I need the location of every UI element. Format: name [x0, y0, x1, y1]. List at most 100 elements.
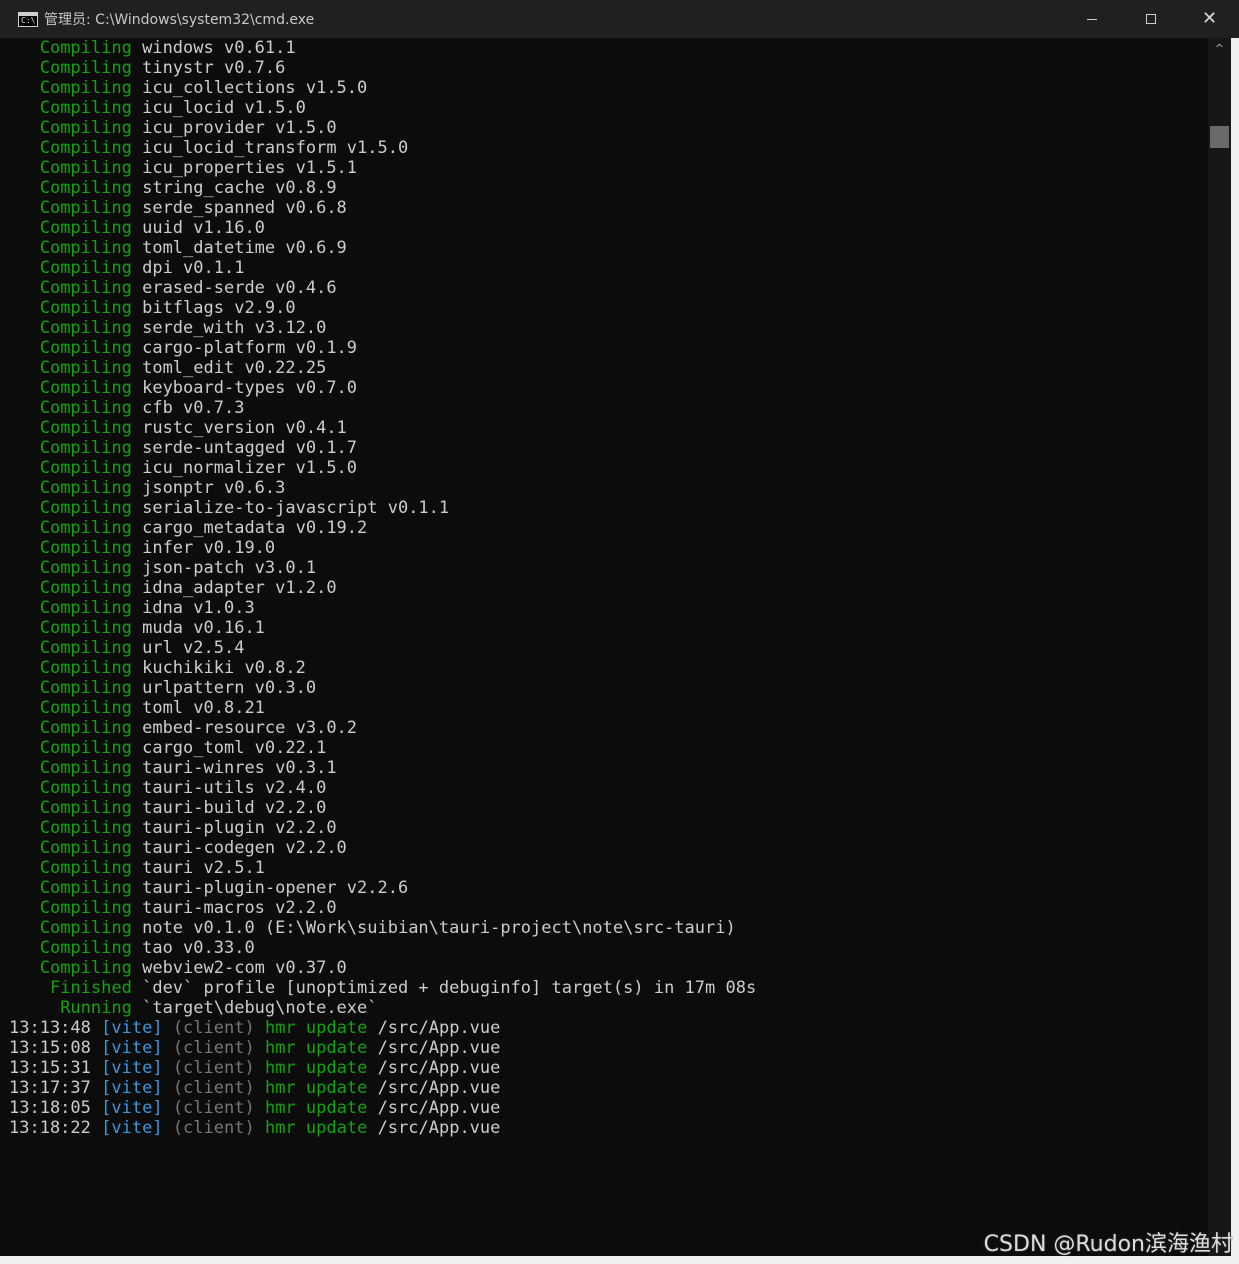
cargo-status-verb: Compiling	[39, 258, 132, 278]
cargo-package: tauri-plugin v2.2.0	[142, 818, 337, 838]
console-line: Compiling rustc_version v0.4.1	[9, 418, 1208, 438]
console-line: Compiling tauri-utils v2.4.0	[9, 778, 1208, 798]
vite-tag: [vite]	[101, 1058, 163, 1078]
console-line: Compiling json-patch v3.0.1	[9, 558, 1208, 578]
console-line: Compiling windows v0.61.1	[9, 38, 1208, 58]
console-line: Compiling icu_collections v1.5.0	[9, 78, 1208, 98]
cargo-status-verb: Compiling	[39, 778, 132, 798]
console-line: Compiling urlpattern v0.3.0	[9, 678, 1208, 698]
cmd-window: C:\ 管理员: C:\Windows\system32\cmd.exe ✕ C…	[0, 0, 1239, 1264]
cargo-package: keyboard-types v0.7.0	[142, 378, 358, 398]
console-line: 13:18:22 [vite] (client) hmr update /src…	[9, 1118, 1208, 1138]
cargo-package: toml_datetime v0.6.9	[142, 238, 347, 258]
cargo-status-verb: Compiling	[39, 918, 132, 938]
minimize-button[interactable]	[1062, 0, 1121, 38]
cargo-package: tauri-build v2.2.0	[142, 798, 327, 818]
file-path: /src/App.vue	[377, 1118, 501, 1138]
vertical-scrollbar[interactable]: ^	[1208, 38, 1231, 1256]
cargo-status-verb: Compiling	[39, 398, 132, 418]
cargo-status-verb: Compiling	[39, 118, 132, 138]
console-line: Compiling jsonptr v0.6.3	[9, 478, 1208, 498]
cargo-status-verb: Compiling	[39, 418, 132, 438]
console-line: Compiling cargo_metadata v0.19.2	[9, 518, 1208, 538]
cargo-package: cargo-platform v0.1.9	[142, 338, 358, 358]
console-line: Compiling embed-resource v3.0.2	[9, 718, 1208, 738]
console-line: Compiling webview2-com v0.37.0	[9, 958, 1208, 978]
console-line: Compiling icu_normalizer v1.5.0	[9, 458, 1208, 478]
console-line: Compiling idna_adapter v1.2.0	[9, 578, 1208, 598]
maximize-button[interactable]	[1121, 0, 1180, 38]
cargo-status-verb: Compiling	[39, 38, 132, 58]
window-title: 管理员: C:\Windows\system32\cmd.exe	[44, 12, 315, 28]
cargo-package: serde_spanned v0.6.8	[142, 198, 347, 218]
close-icon: ✕	[1201, 8, 1218, 29]
cargo-package: icu_locid_transform v1.5.0	[142, 138, 409, 158]
cargo-package: uuid v1.16.0	[142, 218, 265, 238]
console-line: Compiling kuchikiki v0.8.2	[9, 658, 1208, 678]
cargo-status-verb: Compiling	[39, 78, 132, 98]
minimize-icon	[1086, 18, 1097, 20]
console-line: 13:15:31 [vite] (client) hmr update /src…	[9, 1058, 1208, 1078]
cargo-package: cfb v0.7.3	[142, 398, 245, 418]
cargo-package: cargo_metadata v0.19.2	[142, 518, 368, 538]
cargo-package: embed-resource v3.0.2	[142, 718, 358, 738]
vite-tag: [vite]	[101, 1118, 163, 1138]
cmd-icon: C:\	[18, 11, 38, 27]
cargo-status-verb: Compiling	[39, 438, 132, 458]
log-timestamp: 13:18:22	[9, 1118, 91, 1138]
console-line: Compiling cargo_toml v0.22.1	[9, 738, 1208, 758]
cargo-package: tauri v2.5.1	[142, 858, 265, 878]
cargo-package: serde-untagged v0.1.7	[142, 438, 358, 458]
hmr-action: hmr update	[264, 1058, 368, 1078]
log-timestamp: 13:15:08	[9, 1038, 91, 1058]
cargo-status-verb: Compiling	[39, 598, 132, 618]
file-path: /src/App.vue	[377, 1038, 501, 1058]
cargo-package: tinystr v0.7.6	[142, 58, 286, 78]
cargo-package: serialize-to-javascript v0.1.1	[142, 498, 450, 518]
cargo-package: dpi v0.1.1	[142, 258, 245, 278]
scroll-thumb[interactable]	[1210, 126, 1229, 148]
console-line: Finished `dev` profile [unoptimized + de…	[9, 978, 1208, 998]
scroll-up-icon[interactable]: ^	[1208, 38, 1231, 58]
cargo-package: tauri-codegen v2.2.0	[142, 838, 347, 858]
cargo-status-verb: Compiling	[39, 958, 132, 978]
cargo-status-verb: Compiling	[39, 538, 132, 558]
cargo-package: jsonptr v0.6.3	[142, 478, 286, 498]
console-line: Compiling toml_edit v0.22.25	[9, 358, 1208, 378]
cargo-status-verb: Compiling	[39, 878, 132, 898]
log-timestamp: 13:13:48	[9, 1018, 91, 1038]
cargo-status-verb: Compiling	[39, 678, 132, 698]
hmr-action: hmr update	[264, 1098, 368, 1118]
console-line: Compiling tinystr v0.7.6	[9, 58, 1208, 78]
console-line: Compiling serde-untagged v0.1.7	[9, 438, 1208, 458]
console-line: Compiling cargo-platform v0.1.9	[9, 338, 1208, 358]
console-line: Compiling erased-serde v0.4.6	[9, 278, 1208, 298]
cargo-status-verb: Compiling	[39, 738, 132, 758]
file-path: /src/App.vue	[377, 1078, 501, 1098]
cargo-status-verb: Compiling	[39, 518, 132, 538]
cargo-status-verb: Compiling	[39, 178, 132, 198]
console-line: Compiling serde_spanned v0.6.8	[9, 198, 1208, 218]
console-line: Compiling bitflags v2.9.0	[9, 298, 1208, 318]
title-bar[interactable]: C:\ 管理员: C:\Windows\system32\cmd.exe ✕	[0, 0, 1239, 38]
file-path: /src/App.vue	[377, 1098, 501, 1118]
cargo-status-verb: Compiling	[39, 378, 132, 398]
client-tag: (client)	[172, 1098, 255, 1118]
cargo-package: `target\debug\note.exe`	[142, 998, 378, 1018]
close-button[interactable]: ✕	[1180, 0, 1239, 38]
console-line: Compiling muda v0.16.1	[9, 618, 1208, 638]
cargo-status-verb: Compiling	[39, 338, 132, 358]
cargo-status-verb: Compiling	[39, 158, 132, 178]
console-line: Compiling uuid v1.16.0	[9, 218, 1208, 238]
cargo-status-verb: Compiling	[39, 858, 132, 878]
cargo-package: infer v0.19.0	[142, 538, 276, 558]
cargo-package: idna v1.0.3	[142, 598, 255, 618]
console-line: Compiling keyboard-types v0.7.0	[9, 378, 1208, 398]
console-output[interactable]: Compiling windows v0.61.1 Compiling tiny…	[9, 38, 1208, 1256]
cargo-package: muda v0.16.1	[142, 618, 265, 638]
cargo-status-verb: Compiling	[39, 938, 132, 958]
cargo-status-verb: Compiling	[39, 218, 132, 238]
cargo-status-verb: Compiling	[39, 318, 132, 338]
cargo-status-verb: Compiling	[39, 238, 132, 258]
client-tag: (client)	[172, 1058, 255, 1078]
